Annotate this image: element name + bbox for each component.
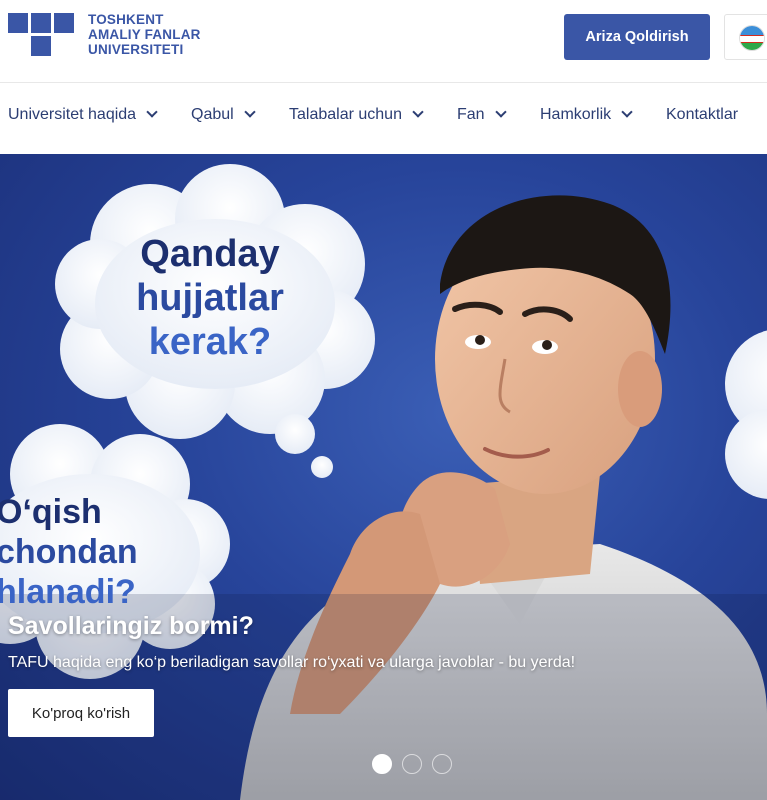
bubble-line: chondan	[0, 533, 138, 571]
slide-title: Savollaringiz bormi?	[8, 612, 254, 640]
slide-description: TAFU haqida eng ko‘p beriladigan savolla…	[8, 654, 576, 671]
site-header: TOSHKENT AMALIY FANLAR UNIVERSITETI Ariz…	[0, 0, 767, 83]
nav-item-partnership[interactable]: Hamkorlik	[540, 106, 633, 124]
nav-item-label: Qabul	[191, 106, 234, 123]
apply-button[interactable]: Ariza Qoldirish	[564, 14, 710, 60]
logo-line: AMALIY FANLAR	[88, 27, 201, 42]
uzbekistan-flag-icon	[739, 25, 765, 51]
logo-text: TOSHKENT AMALIY FANLAR UNIVERSITETI	[88, 12, 201, 57]
bubble-line: hlanadi?	[0, 573, 136, 611]
nav-item-contacts[interactable]: Kontaktlar	[666, 106, 738, 124]
bubble-line: O‘qish	[0, 493, 102, 531]
nav-item-science[interactable]: Fan	[457, 106, 507, 124]
bubble-line: hujjatlar	[136, 277, 284, 319]
thought-bubble-left-text: O‘qish chondan hlanadi?	[0, 492, 138, 612]
nav-item-students[interactable]: Talabalar uchun	[289, 106, 424, 124]
bubble-line: Qanday	[140, 233, 280, 275]
nav-item-label: Universitet haqida	[8, 106, 137, 123]
nav-item-label: Talabalar uchun	[289, 106, 402, 123]
slider-dot-1[interactable]	[372, 754, 392, 774]
nav-item-about[interactable]: Universitet haqida	[8, 106, 158, 124]
nav-item-admission[interactable]: Qabul	[191, 106, 256, 124]
chevron-down-icon	[621, 106, 633, 118]
chevron-down-icon	[412, 106, 424, 118]
chevron-down-icon	[146, 106, 158, 118]
slider-dot-2[interactable]	[402, 754, 422, 774]
nav-item-label: Fan	[457, 106, 485, 123]
nav-item-label: Kontaktlar	[666, 106, 739, 123]
read-more-button[interactable]: Ko'proq ko'rish	[8, 689, 154, 737]
nav-item-label: Hamkorlik	[540, 106, 612, 123]
logo-line: UNIVERSITETI	[88, 42, 184, 57]
university-logo[interactable]: TOSHKENT AMALIY FANLAR UNIVERSITETI	[8, 12, 208, 58]
slider-dot-3[interactable]	[432, 754, 452, 774]
chevron-down-icon	[494, 106, 507, 118]
hero-slider: Qanday hujjatlar kerak? O‘qish chondan h…	[0, 154, 767, 800]
thought-bubble-top-text: Qanday hujjatlar kerak?	[60, 232, 360, 364]
language-switcher[interactable]	[724, 14, 767, 60]
main-navigation: Universitet haqida Qabul Talabalar uchun…	[0, 84, 767, 154]
thought-bubble-right	[725, 330, 767, 499]
logo-line: TOSHKENT	[88, 12, 164, 27]
chevron-down-icon	[244, 106, 256, 118]
logo-mark-icon	[8, 13, 78, 58]
bubble-line: kerak?	[148, 321, 272, 363]
